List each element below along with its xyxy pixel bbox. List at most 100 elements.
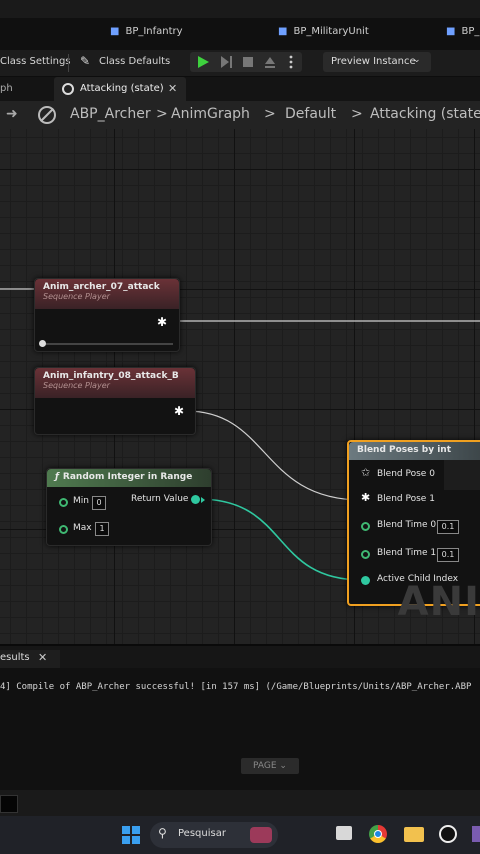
taskbar-search-box[interactable]: ⚲ Pesquisar bbox=[150, 822, 278, 848]
file-explorer-icon[interactable] bbox=[404, 827, 424, 842]
asset-tab-label: BP_ bbox=[461, 26, 480, 37]
breadcrumb-separator: > bbox=[264, 106, 276, 122]
tab-attacking-state[interactable]: Attacking (state) ✕ bbox=[54, 77, 186, 101]
page-button[interactable]: PAGE ⌄ bbox=[241, 758, 299, 774]
pose-wire bbox=[185, 410, 363, 501]
integer-wire bbox=[197, 498, 363, 581]
return-value-label: Return Value bbox=[131, 494, 189, 504]
output-log-tab-bar: esults ✕ bbox=[0, 644, 480, 670]
chevron-down-icon: ⌄ bbox=[279, 761, 287, 771]
min-label: Min bbox=[73, 496, 89, 506]
blend-time-1-label: Blend Time 1 bbox=[377, 548, 437, 558]
chevron-down-icon: ⌄ bbox=[413, 55, 421, 65]
pose-output-icon[interactable]: ✱ bbox=[174, 404, 184, 418]
close-icon[interactable]: ✕ bbox=[168, 77, 177, 101]
breadcrumb-separator: > bbox=[351, 106, 363, 122]
task-view-icon[interactable] bbox=[336, 826, 352, 840]
preview-instance-dropdown[interactable]: Preview Instance ⌄ bbox=[323, 52, 431, 72]
node-preview-area bbox=[444, 460, 480, 490]
toolbar-divider bbox=[68, 54, 69, 72]
pose-output-icon[interactable]: ✱ bbox=[157, 315, 167, 329]
unreal-engine-icon[interactable] bbox=[439, 825, 457, 843]
state-machine-icon bbox=[62, 83, 74, 95]
graph-type-watermark: ANI bbox=[397, 579, 480, 625]
asset-tab-label: BP_Infantry bbox=[125, 26, 183, 37]
class-defaults-button[interactable]: Class Defaults bbox=[99, 56, 170, 67]
close-icon[interactable]: ✕ bbox=[38, 651, 47, 664]
app-icon-partial[interactable] bbox=[472, 826, 480, 842]
node-subtitle: Sequence Player bbox=[43, 381, 110, 390]
return-value-pin[interactable] bbox=[191, 495, 200, 504]
breadcrumb-item-abp-archer[interactable]: ABP_Archer bbox=[70, 106, 151, 122]
blueprint-icon: ■ bbox=[446, 26, 456, 37]
asset-tab-bar: ■ BP_Infantry ■ BP_MilitaryUnit ■ BP_ bbox=[0, 18, 480, 50]
asset-tab-bp-partial[interactable]: ■ BP_ bbox=[446, 26, 479, 37]
node-header: Anim_archer_07_attack Sequence Player bbox=[35, 279, 179, 309]
blend-time-0-pin[interactable] bbox=[361, 522, 370, 531]
node-header: Anim_infantry_08_attack_B Sequence Playe… bbox=[35, 368, 195, 398]
blueprint-graph-icon bbox=[38, 106, 56, 124]
anim-graph-canvas[interactable]: Anim_archer_07_attack Sequence Player ✱ … bbox=[0, 129, 480, 644]
node-title: Anim_infantry_08_attack_B bbox=[43, 371, 179, 381]
pose-input-icon[interactable]: ✩ bbox=[361, 466, 370, 479]
more-options-icon[interactable] bbox=[289, 55, 293, 59]
chrome-icon[interactable] bbox=[369, 825, 387, 843]
step-icon[interactable] bbox=[221, 56, 229, 68]
play-controls-group bbox=[190, 52, 302, 72]
node-header: Blend Poses by int bbox=[349, 442, 480, 460]
breadcrumb-item-default[interactable]: Default bbox=[285, 106, 336, 122]
console-input[interactable] bbox=[0, 795, 18, 813]
pose-input-icon[interactable]: ✱ bbox=[361, 491, 370, 504]
tab-results[interactable]: esults ✕ bbox=[0, 650, 60, 670]
blend-time-1-field[interactable]: 0.1 bbox=[437, 548, 459, 562]
play-icon[interactable] bbox=[198, 56, 209, 68]
node-title: Anim_archer_07_attack bbox=[43, 282, 160, 292]
asset-tab-bp-infantry[interactable]: ■ BP_Infantry bbox=[110, 26, 183, 37]
eject-icon[interactable] bbox=[265, 57, 275, 64]
search-highlight-icon bbox=[250, 827, 272, 843]
node-subtitle: Sequence Player bbox=[43, 292, 110, 301]
windows-start-icon[interactable] bbox=[122, 826, 140, 844]
tab-label: Attacking (state) bbox=[80, 83, 164, 94]
graph-tab-bar: ph Attacking (state) ✕ bbox=[0, 77, 480, 101]
breadcrumb: ➜ ABP_Archer > AnimGraph > Default > Att… bbox=[0, 101, 480, 130]
log-message: 4] Compile of ABP_Archer successful! [in… bbox=[0, 682, 472, 692]
blueprint-icon: ■ bbox=[110, 26, 120, 37]
min-input-pin[interactable] bbox=[59, 498, 68, 507]
blend-time-0-label: Blend Time 0 bbox=[377, 520, 437, 530]
breadcrumb-item-attacking-state[interactable]: Attacking (state) bbox=[370, 106, 480, 122]
asset-tab-label: BP_MilitaryUnit bbox=[293, 26, 369, 37]
function-icon: ƒ bbox=[55, 472, 59, 482]
sequence-player-node-infantry[interactable]: Anim_infantry_08_attack_B Sequence Playe… bbox=[34, 367, 196, 435]
node-header: ƒ Random Integer in Range bbox=[47, 469, 211, 487]
tab-label: esults bbox=[0, 652, 30, 663]
max-label: Max bbox=[73, 523, 92, 533]
node-title-label: Random Integer in Range bbox=[62, 472, 193, 482]
search-placeholder: Pesquisar bbox=[178, 828, 226, 839]
preview-instance-label: Preview Instance bbox=[331, 56, 416, 67]
blend-pose-0-label: Blend Pose 0 bbox=[377, 469, 435, 479]
back-arrow-icon[interactable]: ➜ bbox=[6, 106, 18, 122]
asset-tab-bp-militaryunit[interactable]: ■ BP_MilitaryUnit bbox=[278, 26, 369, 37]
max-input-pin[interactable] bbox=[59, 525, 68, 534]
play-controls-icons bbox=[198, 55, 293, 69]
random-integer-in-range-node[interactable]: ƒ Random Integer in Range Min 0 Max 1 Ret… bbox=[46, 468, 212, 546]
blueprint-icon: ■ bbox=[278, 26, 288, 37]
min-value-field[interactable]: 0 bbox=[92, 496, 106, 510]
playback-bar bbox=[41, 343, 173, 345]
blend-pose-1-label: Blend Pose 1 bbox=[377, 494, 435, 504]
max-value-field[interactable]: 1 bbox=[95, 522, 109, 536]
breadcrumb-item-animgraph[interactable]: AnimGraph bbox=[171, 106, 250, 122]
blend-time-1-pin[interactable] bbox=[361, 550, 370, 559]
active-child-index-pin[interactable] bbox=[361, 576, 370, 585]
blend-time-0-field[interactable]: 0.1 bbox=[437, 520, 459, 534]
breadcrumb-separator: > bbox=[156, 106, 168, 122]
playback-scrubber[interactable] bbox=[39, 340, 46, 347]
node-title: Blend Poses by int bbox=[357, 445, 451, 455]
class-defaults-icon: ✎ bbox=[80, 54, 91, 68]
stop-icon[interactable] bbox=[243, 57, 253, 67]
sequence-player-node-archer[interactable]: Anim_archer_07_attack Sequence Player ✱ bbox=[34, 278, 180, 352]
editor-toolbar: Class Settings ✎ Class Defaults Preview … bbox=[0, 50, 480, 77]
class-settings-button[interactable]: Class Settings bbox=[0, 56, 71, 67]
tab-partial-graph[interactable]: ph bbox=[0, 77, 13, 101]
